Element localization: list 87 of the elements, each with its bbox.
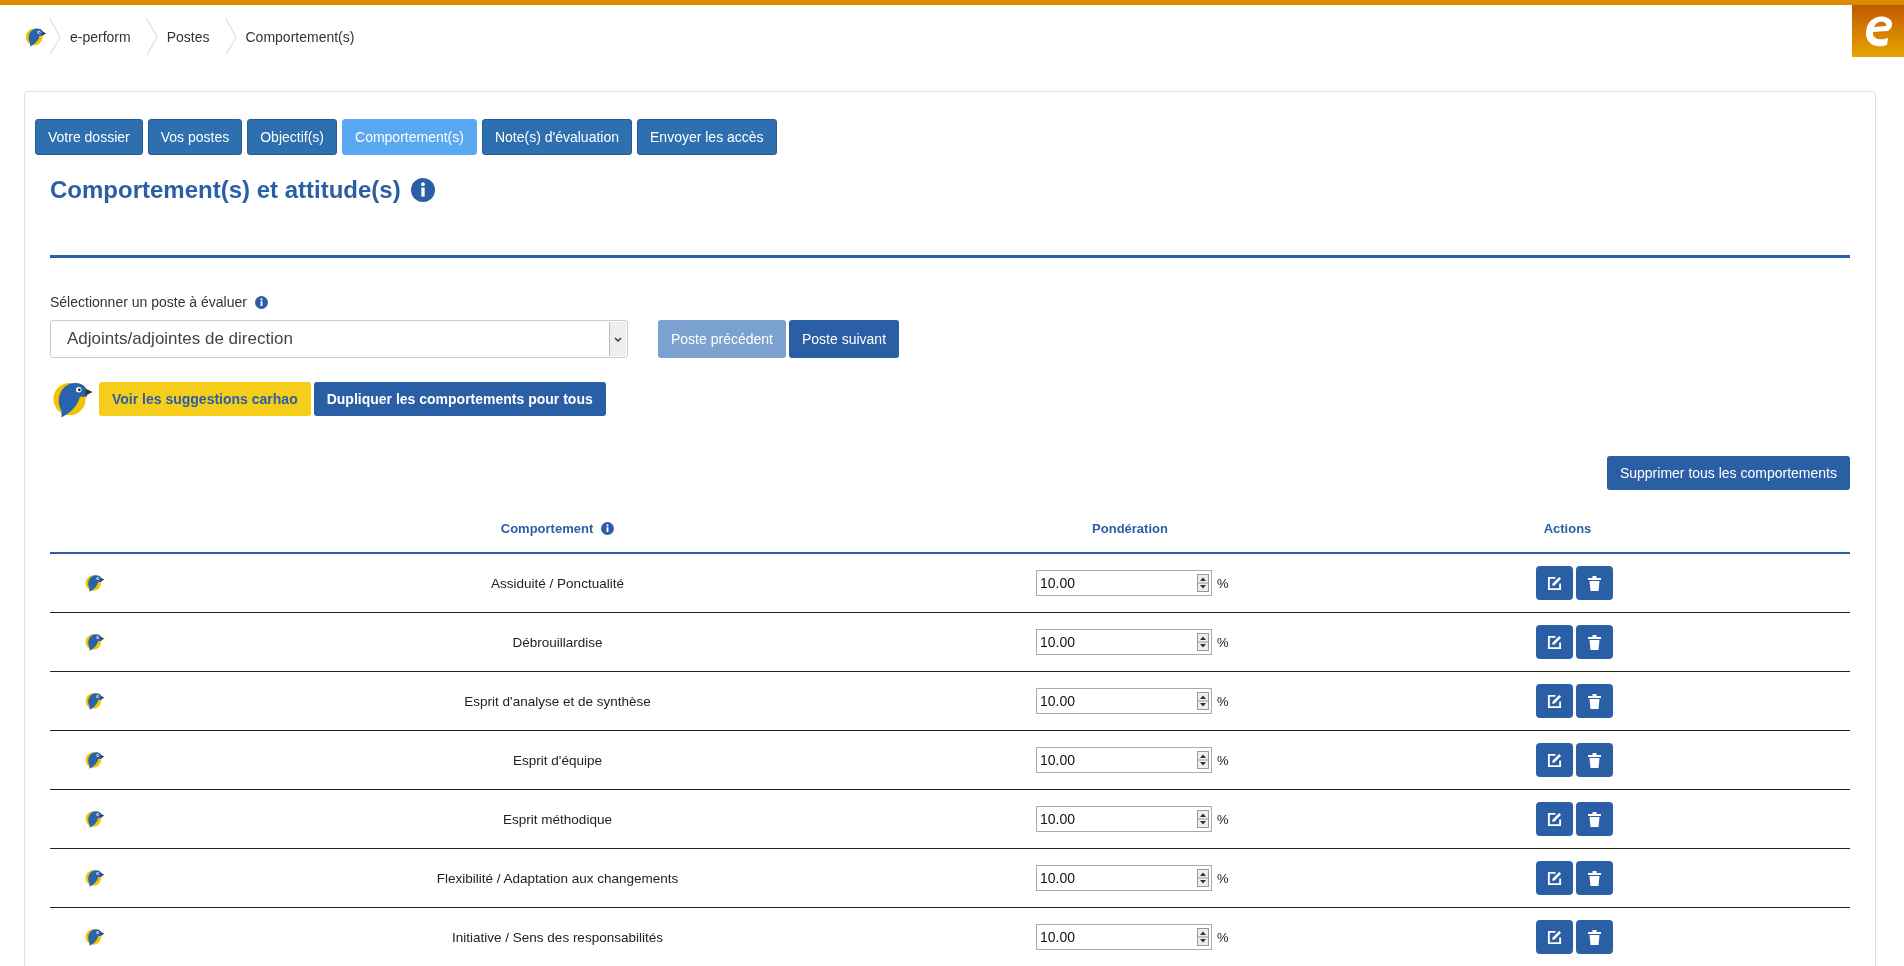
- delete-button[interactable]: [1576, 625, 1613, 659]
- delete-button[interactable]: [1576, 684, 1613, 718]
- edit-button[interactable]: [1536, 625, 1573, 659]
- info-icon: [254, 295, 268, 309]
- delete-all-button[interactable]: Supprimer tous les comportements: [1606, 456, 1850, 490]
- column-header: Comportement: [500, 520, 594, 536]
- weight-input[interactable]: 10.00: [1036, 570, 1212, 596]
- edit-icon: [1547, 870, 1562, 886]
- breadcrumb-link[interactable]: Postes: [158, 29, 224, 45]
- weight-input[interactable]: 10.00: [1036, 629, 1212, 655]
- tab[interactable]: Vos postes: [147, 119, 243, 155]
- delete-button[interactable]: [1576, 802, 1613, 836]
- trash-icon: [1588, 811, 1601, 827]
- edit-button[interactable]: [1536, 684, 1573, 718]
- behaviour-name: Esprit d'analyse et de synthèse: [464, 693, 651, 709]
- trash-icon: [1588, 929, 1601, 945]
- parrot-icon: [84, 572, 106, 594]
- trash-icon: [1588, 752, 1601, 768]
- tab[interactable]: Note(s) d'évaluation: [481, 119, 632, 155]
- behaviour-name: Initiative / Sens des responsabilités: [452, 929, 663, 945]
- page-title: Comportement(s) et attitude(s): [50, 176, 401, 204]
- trash-icon: [1588, 693, 1601, 709]
- edit-icon: [1547, 929, 1562, 945]
- breadcrumb-link[interactable]: Comportement(s): [237, 29, 369, 45]
- breadcrumb-link[interactable]: e-perform: [62, 29, 145, 45]
- trash-icon: [1588, 575, 1601, 591]
- breadcrumb-separator-icon: [144, 17, 159, 57]
- behaviour-name: Esprit méthodique: [503, 811, 612, 827]
- edit-icon: [1547, 811, 1562, 827]
- behaviour-name: Flexibilité / Adaptation aux changements: [436, 870, 679, 886]
- parrot-icon: [84, 749, 106, 771]
- percent-unit: %: [1217, 870, 1229, 886]
- suggestions-button[interactable]: Voir les suggestions carhao: [99, 382, 311, 416]
- info-icon: [601, 521, 615, 535]
- parrot-icon: [84, 631, 106, 653]
- percent-unit: %: [1217, 634, 1229, 650]
- trash-icon: [1588, 870, 1601, 886]
- percent-unit: %: [1217, 752, 1229, 768]
- delete-button[interactable]: [1576, 861, 1613, 895]
- behaviour-name: Esprit d'équipe: [513, 752, 602, 768]
- delete-button[interactable]: [1576, 743, 1613, 777]
- behaviour-name: Débrouillardise: [512, 634, 603, 650]
- parrot-icon: [84, 690, 106, 712]
- parrot-icon: [84, 926, 106, 948]
- delete-button[interactable]: [1576, 920, 1613, 954]
- tab[interactable]: Objectif(s): [247, 119, 337, 155]
- column-header: Actions: [1543, 520, 1592, 536]
- spinner-icon: [1197, 869, 1209, 887]
- poste-dropdown[interactable]: Adjoints/adjointes de direction: [50, 320, 628, 358]
- trash-icon: [1588, 634, 1601, 650]
- behaviour-name: Assiduité / Ponctualité: [491, 575, 624, 591]
- weight-input[interactable]: 10.00: [1036, 865, 1212, 891]
- spinner-icon: [1197, 692, 1209, 710]
- nav-button[interactable]: Poste suivant: [788, 320, 900, 358]
- duplicate-button[interactable]: Dupliquer les comportements pour tous: [313, 382, 606, 416]
- weight-input[interactable]: 10.00: [1036, 924, 1212, 950]
- tab[interactable]: Envoyer les accès: [637, 119, 777, 155]
- info-icon: [410, 178, 435, 202]
- edit-icon: [1547, 575, 1562, 591]
- edit-button[interactable]: [1536, 861, 1573, 895]
- spinner-icon: [1197, 574, 1209, 592]
- edit-icon: [1547, 634, 1562, 650]
- spinner-icon: [1197, 633, 1209, 651]
- edit-icon: [1547, 693, 1562, 709]
- breadcrumb-separator-icon: [223, 17, 238, 57]
- weight-input[interactable]: 10.00: [1036, 747, 1212, 773]
- percent-unit: %: [1217, 575, 1229, 591]
- parrot-icon: [84, 867, 106, 889]
- parrot-icon: [84, 808, 106, 830]
- percent-unit: %: [1217, 929, 1229, 945]
- spinner-icon: [1197, 751, 1209, 769]
- column-header: Pondération: [1092, 520, 1168, 536]
- edit-icon: [1547, 752, 1562, 768]
- weight-input[interactable]: 10.00: [1036, 688, 1212, 714]
- edit-button[interactable]: [1536, 802, 1573, 836]
- percent-unit: %: [1217, 811, 1229, 827]
- edit-button[interactable]: [1536, 566, 1573, 600]
- percent-unit: %: [1217, 693, 1229, 709]
- weight-input[interactable]: 10.00: [1036, 806, 1212, 832]
- field-label: Sélectionner un poste à évaluer: [50, 294, 247, 310]
- delete-button[interactable]: [1576, 566, 1613, 600]
- spinner-icon: [1197, 810, 1209, 828]
- spinner-icon: [1197, 928, 1209, 946]
- tab[interactable]: Votre dossier: [35, 119, 143, 155]
- edit-button[interactable]: [1536, 743, 1573, 777]
- edit-button[interactable]: [1536, 920, 1573, 954]
- breadcrumb-separator-icon: [48, 17, 62, 57]
